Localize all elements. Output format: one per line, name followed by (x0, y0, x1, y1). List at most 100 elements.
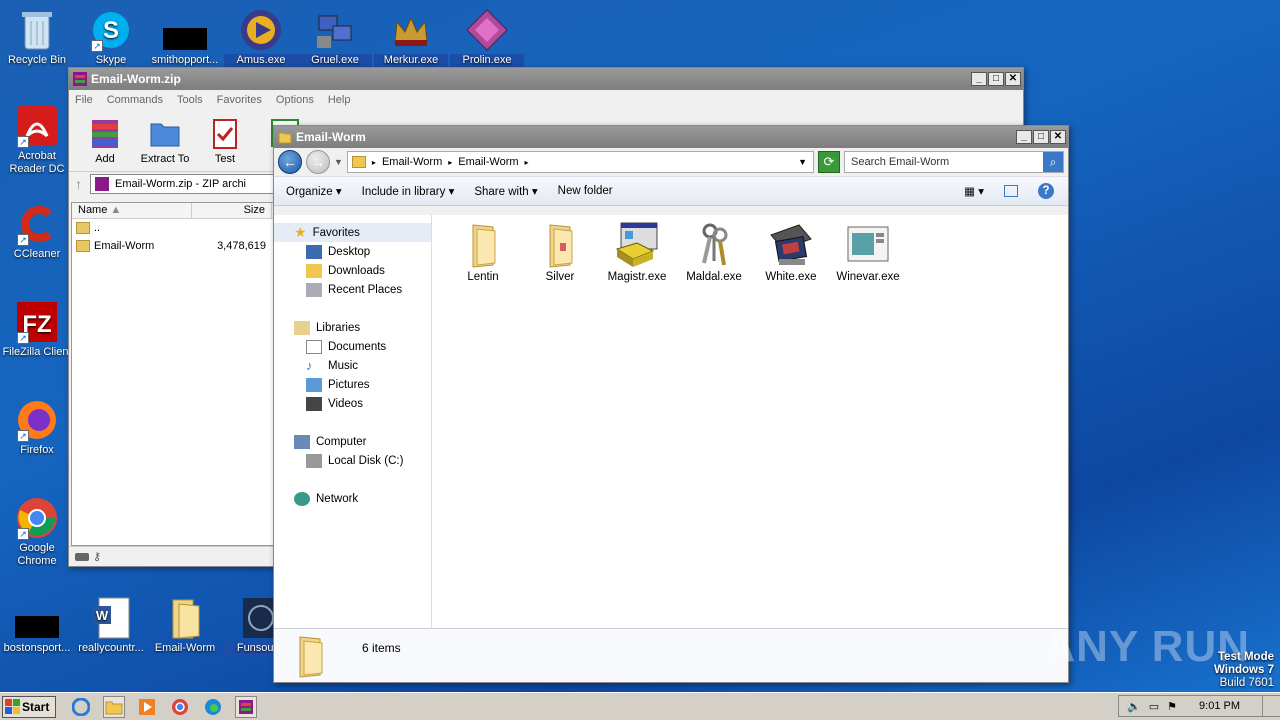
back-button[interactable]: ← (278, 150, 302, 174)
nav-music[interactable]: ♪ Music (274, 356, 431, 375)
desktop-icon-gruel[interactable]: Gruel.exe (298, 8, 372, 67)
acrobat-icon: ↗ (15, 104, 59, 148)
breadcrumb-item[interactable]: Email-Worm (382, 156, 442, 168)
breadcrumb-item[interactable]: Email-Worm (458, 156, 518, 168)
folder-extract-icon (148, 116, 182, 150)
nav-local-disk[interactable]: Local Disk (C:) (274, 451, 431, 470)
start-button[interactable]: Start (2, 695, 56, 718)
address-dropdown-icon[interactable]: ▼ (798, 157, 807, 167)
maximize-button[interactable]: □ (988, 72, 1004, 86)
minimize-button[interactable]: _ (1016, 130, 1032, 144)
explorer-window: Email-Worm _ □ ✕ ← → ▼ ▸ Email-Worm ▸ Em… (273, 125, 1069, 683)
desktop-icon-chrome[interactable]: ↗ Google Chrome (0, 496, 74, 568)
shortcut-arrow-icon: ↗ (17, 234, 29, 246)
window-icon (844, 221, 892, 269)
desktop-icon-email-worm[interactable]: Email-Worm (148, 596, 222, 655)
desktop-icon-recycle-bin[interactable]: Recycle Bin (0, 8, 74, 67)
menu-options[interactable]: Options (276, 94, 314, 106)
explorer-titlebar[interactable]: Email-Worm _ □ ✕ (274, 126, 1068, 148)
up-arrow-icon[interactable]: ↑ (75, 176, 82, 192)
volume-icon[interactable]: 🔈 (1127, 700, 1141, 713)
nav-desktop[interactable]: Desktop (274, 242, 431, 261)
file-item-magistr[interactable]: Magistr.exe (600, 221, 674, 283)
search-icon[interactable]: ⌕ (1043, 152, 1063, 172)
menu-tools[interactable]: Tools (177, 94, 203, 106)
ie-icon[interactable] (70, 696, 92, 718)
media-player-icon (239, 8, 283, 52)
winrar-menubar: File Commands Tools Favorites Options He… (69, 90, 1023, 110)
show-desktop-button[interactable] (1262, 696, 1272, 716)
keys-icon (690, 221, 738, 269)
winrar-taskbar-icon[interactable] (235, 695, 257, 718)
nav-favorites[interactable]: ★ Favorites (274, 223, 431, 242)
desktop-icon-acrobat[interactable]: ↗ Acrobat Reader DC (0, 104, 74, 176)
include-in-library-button[interactable]: Include in library ▾ (362, 184, 455, 198)
menu-commands[interactable]: Commands (107, 94, 163, 106)
maximize-button[interactable]: □ (1033, 130, 1049, 144)
drive-icon (75, 552, 89, 561)
close-button[interactable]: ✕ (1005, 72, 1021, 86)
menu-favorites[interactable]: Favorites (217, 94, 262, 106)
file-item-lentin[interactable]: Lentin (446, 221, 520, 283)
refresh-button[interactable]: ⟳ (818, 151, 840, 173)
close-button[interactable]: ✕ (1050, 130, 1066, 144)
help-icon[interactable]: ? (1038, 183, 1054, 199)
desktop-icon-skype[interactable]: S ↗ Skype (74, 8, 148, 67)
clock[interactable]: 9:01 PM (1199, 700, 1240, 712)
winrar-titlebar[interactable]: Email-Worm.zip _ □ ✕ (69, 68, 1023, 90)
flag-icon[interactable]: ⚑ (1167, 700, 1177, 713)
desktop-icon-bostonsport[interactable]: bostonsport... (0, 596, 74, 655)
file-item-maldal[interactable]: Maldal.exe (677, 221, 751, 283)
documents-icon (306, 339, 322, 354)
desktop-icon-smithopport[interactable]: smithopport... (148, 8, 222, 67)
test-mode-text: Test Mode Windows 7 Build 7601 (1214, 651, 1274, 689)
file-item-silver[interactable]: Silver (523, 221, 597, 283)
chrome-taskbar-icon[interactable] (169, 696, 191, 718)
column-name[interactable]: Name ▲ (72, 203, 192, 218)
file-item-winevar[interactable]: Winevar.exe (831, 221, 905, 283)
chevron-down-icon[interactable]: ▼ (334, 157, 343, 167)
minimize-button[interactable]: _ (971, 72, 987, 86)
forward-button[interactable]: → (306, 150, 330, 174)
desktop-icon-firefox[interactable]: ↗ Firefox (0, 398, 74, 457)
share-with-button[interactable]: Share with ▾ (474, 184, 537, 198)
desktop-icon-filezilla[interactable]: FZ ↗ FileZilla Client (0, 300, 74, 359)
address-bar[interactable]: ▸ Email-Worm ▸ Email-Worm ▸ ▼ (346, 151, 814, 173)
archive-icon (95, 177, 109, 191)
search-input[interactable]: Search Email-Worm ⌕ (844, 151, 1064, 173)
explorer-taskbar-icon[interactable] (103, 695, 125, 718)
nav-videos[interactable]: Videos (274, 394, 431, 413)
pictures-icon (306, 377, 322, 392)
nav-pictures[interactable]: Pictures (274, 375, 431, 394)
nav-downloads[interactable]: Downloads (274, 261, 431, 280)
nav-libraries[interactable]: Libraries (274, 318, 431, 337)
firefox-icon: ↗ (15, 398, 59, 442)
clipboard-check-icon (208, 116, 242, 150)
add-button[interactable]: Add (79, 116, 131, 165)
network-tray-icon[interactable]: ▭ (1149, 700, 1159, 713)
taskbar: Start 🔈 ▭ ⚑ 9:01 PM (0, 692, 1280, 720)
folder-icon (278, 130, 292, 144)
nav-computer[interactable]: Computer (274, 432, 431, 451)
new-folder-button[interactable]: New folder (558, 185, 613, 197)
test-button[interactable]: Test (199, 116, 251, 165)
desktop-icon-ccleaner[interactable]: ↗ CCleaner (0, 202, 74, 261)
desktop-icon-merkur[interactable]: Merkur.exe (374, 8, 448, 67)
desktop-icon-amus[interactable]: Amus.exe (224, 8, 298, 67)
preview-pane-button[interactable] (1004, 185, 1018, 197)
nav-network[interactable]: Network (274, 489, 431, 508)
organize-button[interactable]: Organize ▾ (286, 184, 342, 198)
media-player-taskbar-icon[interactable] (136, 696, 158, 718)
view-options-button[interactable]: ▦ ▾ (964, 184, 984, 198)
desktop-icon-prolin[interactable]: Prolin.exe (450, 8, 524, 67)
menu-file[interactable]: File (75, 94, 93, 106)
shortcut-arrow-icon: ↗ (17, 332, 29, 344)
extract-to-button[interactable]: Extract To (139, 116, 191, 165)
file-item-white[interactable]: White.exe (754, 221, 828, 283)
nav-recent-places[interactable]: Recent Places (274, 280, 431, 299)
desktop-icon-reallycountr[interactable]: W reallycountr... (74, 596, 148, 655)
nav-documents[interactable]: Documents (274, 337, 431, 356)
menu-help[interactable]: Help (328, 94, 351, 106)
column-size[interactable]: Size (192, 203, 272, 218)
edge-taskbar-icon[interactable] (202, 696, 224, 718)
